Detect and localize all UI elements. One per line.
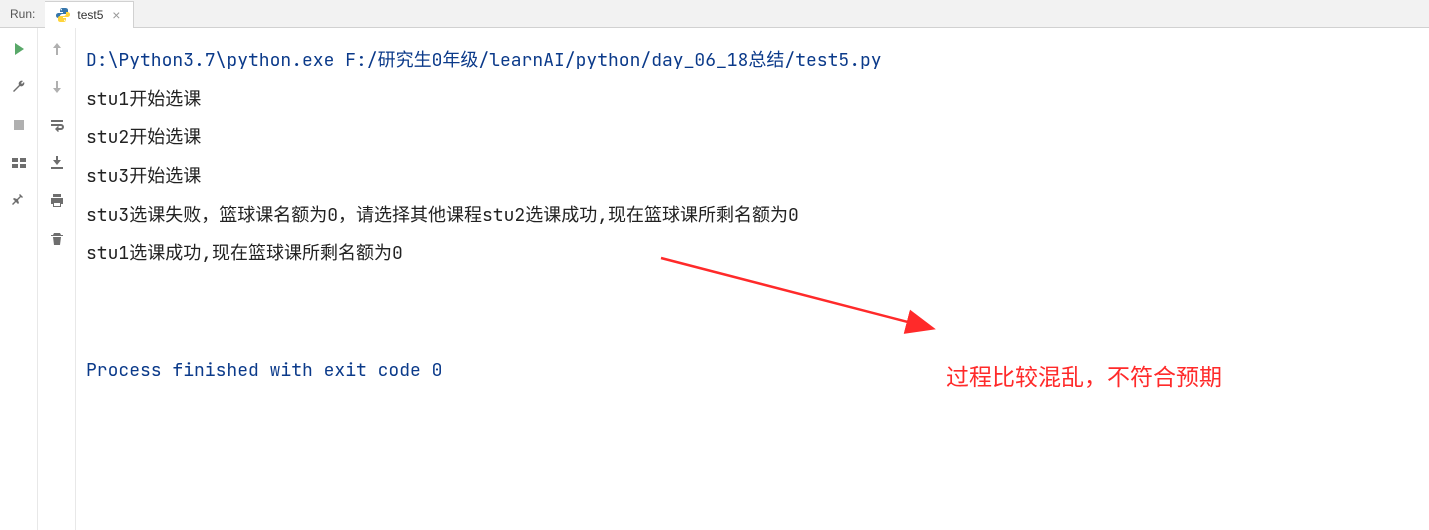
console-line: stu3开始选课 [86, 158, 1419, 197]
run-panel-header: Run: test5 × [0, 0, 1429, 28]
print-icon[interactable] [46, 190, 68, 212]
tab-label: test5 [77, 8, 103, 22]
wrench-icon[interactable] [8, 76, 30, 98]
soft-wrap-icon[interactable] [46, 114, 68, 136]
close-icon[interactable]: × [109, 8, 123, 22]
layout-icon[interactable] [8, 152, 30, 174]
annotation-text: 过程比较混乱，不符合预期 [946, 353, 1222, 402]
console-output[interactable]: D:\Python3.7\python.exe F:/研究生0年级/learnA… [76, 28, 1429, 530]
up-arrow-icon[interactable] [46, 38, 68, 60]
rerun-icon[interactable] [8, 38, 30, 60]
python-file-icon [55, 7, 71, 23]
pin-icon[interactable] [8, 190, 30, 212]
run-panel-body: D:\Python3.7\python.exe F:/研究生0年级/learnA… [0, 28, 1429, 530]
run-label: Run: [0, 7, 45, 21]
blank-line [86, 313, 1419, 352]
console-line: stu3选课失败，篮球课名额为0，请选择其他课程stu2选课成功,现在篮球课所剩… [86, 197, 1419, 236]
down-arrow-icon[interactable] [46, 76, 68, 98]
trash-icon[interactable] [46, 228, 68, 250]
console-line: stu1开始选课 [86, 81, 1419, 120]
stop-icon[interactable] [8, 114, 30, 136]
console-path-line: D:\Python3.7\python.exe F:/研究生0年级/learnA… [86, 42, 1419, 81]
console-line: stu2开始选课 [86, 119, 1419, 158]
run-toolbar-left [0, 28, 38, 530]
scroll-to-end-icon[interactable] [46, 152, 68, 174]
run-tab[interactable]: test5 × [45, 1, 134, 28]
console-line: stu1选课成功,现在篮球课所剩名额为0 [86, 235, 1419, 274]
run-toolbar-secondary [38, 28, 76, 530]
blank-line [86, 274, 1419, 313]
